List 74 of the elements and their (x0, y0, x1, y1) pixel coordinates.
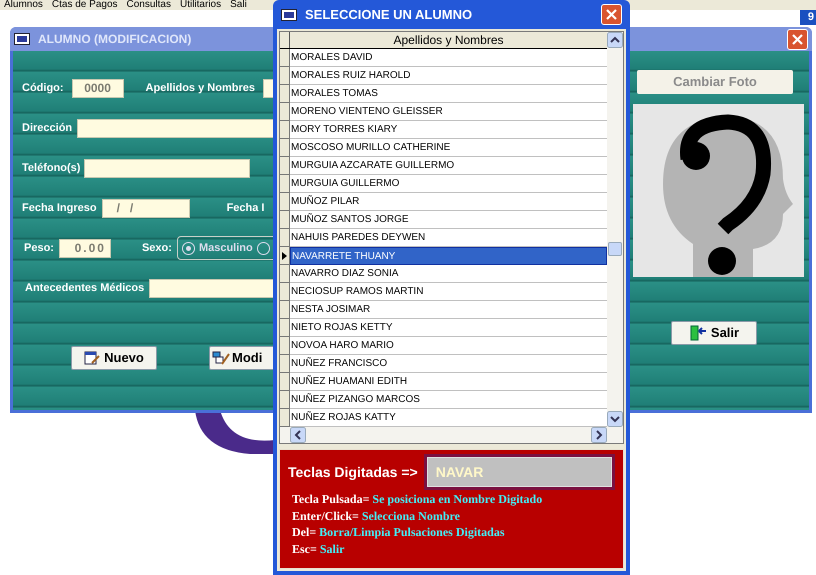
radio-label: Masculino (198, 240, 253, 256)
vertical-scrollbar[interactable] (607, 32, 623, 427)
help-action: Se posiciona en Nombre Digitado (372, 491, 542, 508)
help-key: Tecla Pulsada= (292, 491, 370, 508)
help-key: Enter/Click= (292, 508, 359, 524)
menu-item[interactable]: Consultas (126, 0, 171, 10)
student-row[interactable]: MORALES TOMAS (290, 85, 607, 103)
app-icon (14, 33, 30, 45)
help-key: Esc= (292, 540, 317, 557)
window-title: ALUMNO (MODIFICACION) (38, 31, 192, 48)
student-row[interactable]: NIETO ROJAS KETTY (290, 319, 607, 337)
field-label: Antecedentes Médicos (25, 280, 144, 296)
row-indicator[interactable] (280, 247, 290, 265)
field-label: Peso: (24, 240, 54, 256)
horizontal-scrollbar[interactable] (280, 427, 623, 443)
student-row[interactable]: NUÑEZ FRANCISCO (290, 355, 607, 373)
exit-button[interactable]: Salir (671, 321, 757, 345)
help-action: Selecciona Nombre (362, 508, 460, 524)
input-field[interactable] (84, 158, 250, 178)
student-row[interactable]: MORALES RUIZ HAROLD (290, 67, 607, 85)
radio-button[interactable] (182, 242, 195, 254)
student-row[interactable]: MORY TORRES KIARY (290, 121, 607, 139)
student-row[interactable]: NUÑEZ HUAMANI EDITH (290, 373, 607, 391)
menu-item[interactable]: Alumnos (4, 0, 43, 10)
student-row[interactable]: NECIOSUP RAMOS MARTIN (290, 283, 607, 301)
help-action: Borra/Limpia Pulsaciones Digitadas (319, 524, 505, 540)
field-label: Código: (22, 80, 64, 96)
dialog-title: SELECCIONE UN ALUMNO (305, 6, 474, 24)
student-row[interactable]: NESTA JOSIMAR (290, 301, 607, 319)
row-header-corner (280, 32, 290, 48)
current-row-icon (282, 252, 287, 260)
help-action: Salir (320, 540, 345, 557)
menu-item[interactable]: Sali (230, 0, 247, 10)
scroll-thumb[interactable] (608, 242, 622, 256)
input-field[interactable]: 0000 (72, 78, 124, 98)
field-label: Dirección (22, 120, 72, 136)
student-row[interactable]: MURGUIA GUILLERMO (290, 175, 607, 193)
notepad-icon (84, 351, 100, 365)
new-button[interactable]: Nuevo (71, 346, 157, 370)
scroll-left-icon[interactable] (290, 427, 306, 443)
scroll-right-icon[interactable] (591, 427, 607, 443)
close-icon (792, 34, 803, 44)
close-button[interactable] (787, 28, 808, 50)
radio-button[interactable] (256, 242, 270, 254)
help-key: Del= (292, 524, 316, 540)
door-icon (688, 325, 707, 341)
student-row[interactable]: MURGUIA AZCARATE GUILLERMO (290, 157, 607, 175)
field-label: Fecha Ingreso (22, 200, 97, 216)
student-row[interactable]: MUÑOZ PILAR (290, 193, 607, 211)
menu-item[interactable]: Ctas de Pagos (52, 0, 118, 10)
field-label: Apellidos y Nombres (146, 80, 255, 96)
column-header[interactable]: Apellidos y Nombres (290, 32, 607, 48)
field-label: Sexo: (142, 240, 172, 256)
edit-icon (212, 351, 230, 365)
corner-badge: 9 (800, 10, 816, 25)
student-row[interactable]: MOSCOSO MURILLO CATHERINE (290, 139, 607, 157)
keys-label: Teclas Digitadas => (288, 462, 418, 482)
student-row[interactable]: MUÑOZ SANTOS JORGE (290, 211, 607, 229)
close-icon (606, 9, 617, 20)
student-row[interactable]: NAVARRO DIAZ SONIA (290, 265, 607, 283)
menu-item[interactable]: Utilitarios (180, 0, 222, 10)
student-row[interactable]: NAVARRETE THUANY (290, 247, 607, 265)
input-field[interactable]: / / (102, 198, 190, 218)
field-label: Fecha I (226, 200, 264, 216)
scroll-down-icon[interactable] (607, 411, 623, 427)
student-row[interactable]: NUÑEZ PIZANGO MARCOS (290, 391, 607, 409)
field-label: Teléfono(s) (22, 160, 80, 176)
student-row[interactable]: MORALES DAVID (290, 49, 607, 67)
scroll-up-icon[interactable] (607, 32, 623, 48)
close-button[interactable] (601, 4, 622, 25)
app-icon (281, 8, 297, 20)
student-row[interactable]: MORENO VIENTENO GLEISSER (290, 103, 607, 121)
input-field[interactable]: 0.00 (58, 238, 111, 258)
student-row[interactable]: NOVOA HARO MARIO (290, 337, 607, 355)
